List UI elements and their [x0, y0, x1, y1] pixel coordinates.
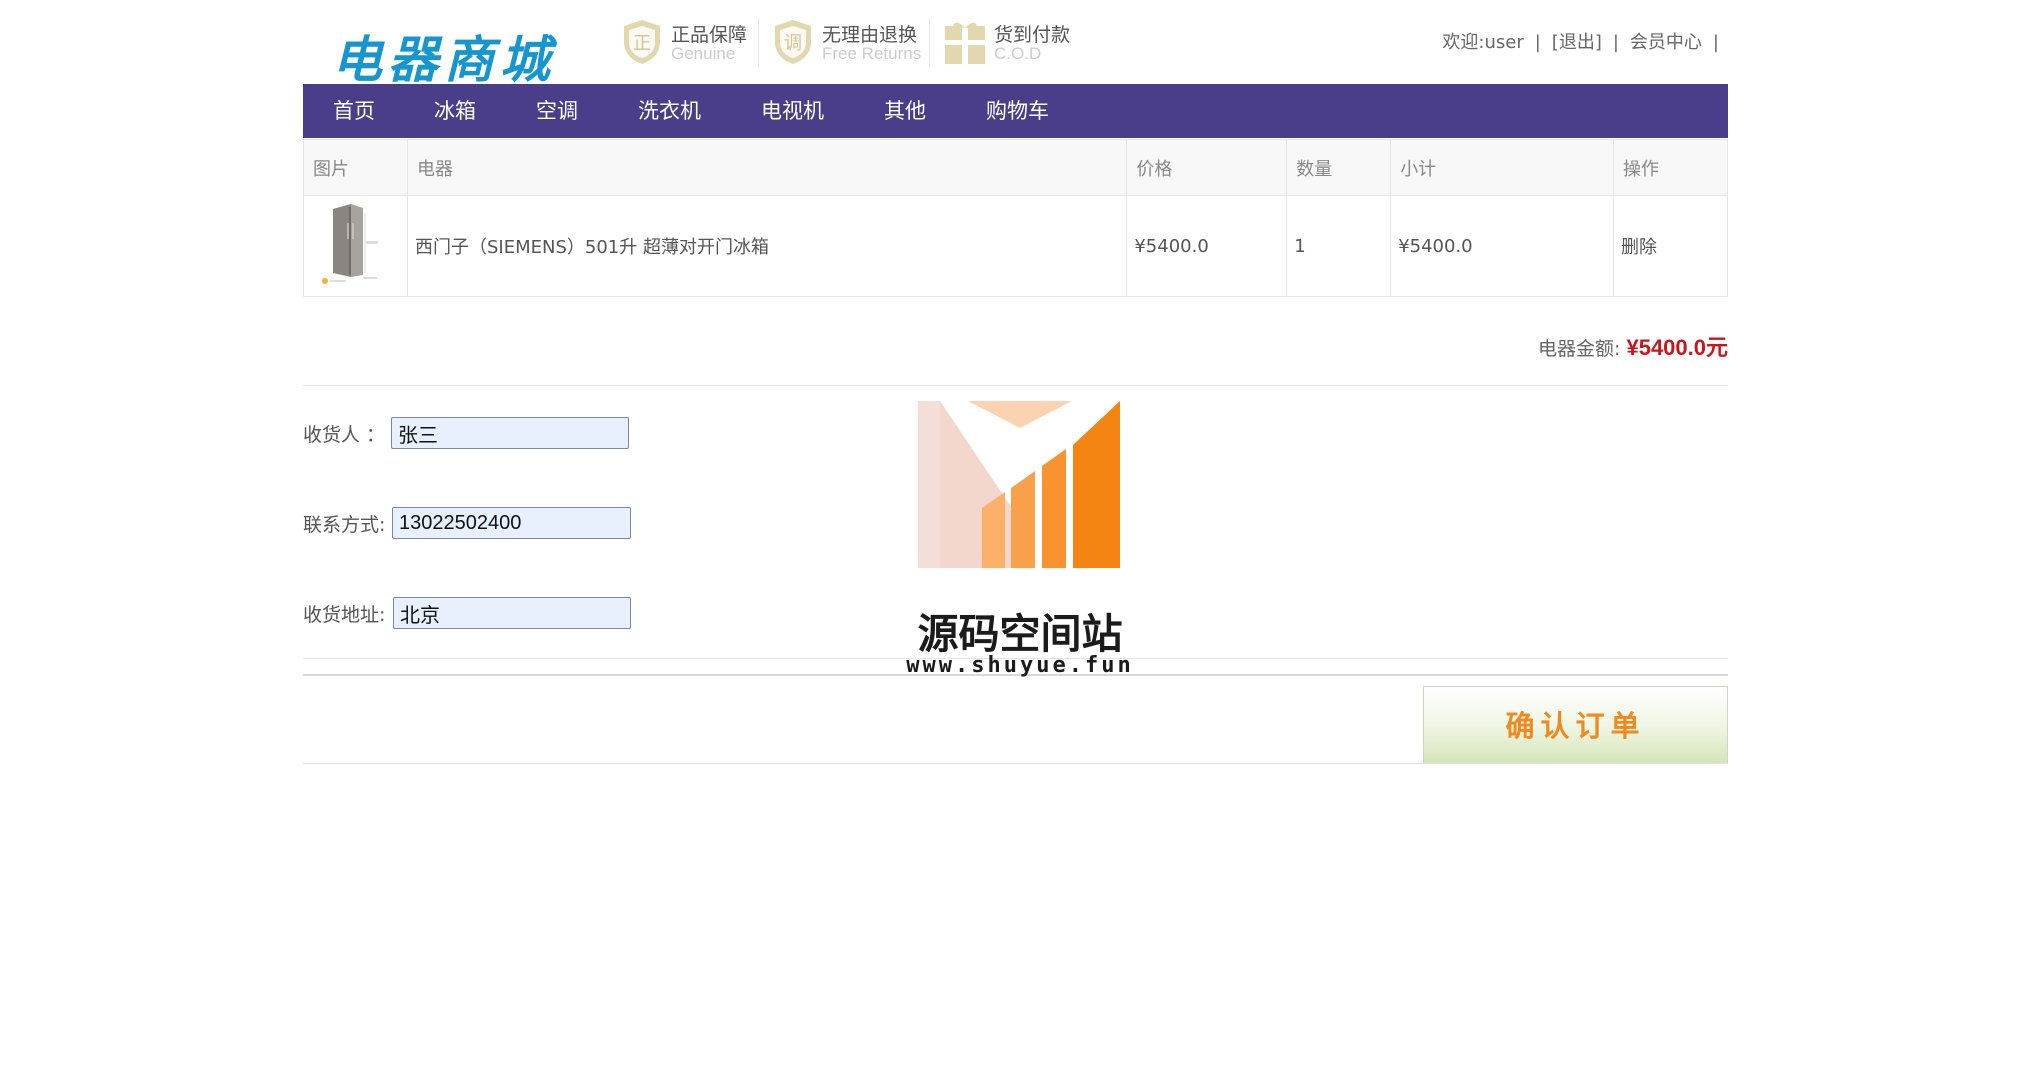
product-name: 西门子（SIEMENS）501升 超薄对开门冰箱 — [406, 195, 1128, 297]
main-nav: 首页 冰箱 空调 洗衣机 电视机 其他 购物车 — [303, 84, 1728, 138]
member-center-link[interactable]: 会员中心 — [1630, 32, 1702, 53]
product-subtotal: ¥5400.0 — [1390, 195, 1615, 297]
order-total: 电器金额: ¥5400.0元 — [1538, 330, 1728, 362]
watermark-title: 源码空间站 — [917, 610, 1123, 658]
nav-item-washer[interactable]: 洗衣机 — [638, 84, 701, 138]
fridge-image[interactable] — [319, 203, 381, 285]
badge-subtitle: Genuine — [671, 44, 736, 63]
nav-item-other[interactable]: 其他 — [884, 84, 926, 138]
badge-title: 无理由退换 — [822, 24, 918, 46]
returns-shield-icon: 调 — [775, 20, 811, 64]
product-image-cell — [303, 195, 408, 297]
divider: | — [1612, 32, 1619, 53]
total-value: ¥5400.0元 — [1626, 335, 1728, 360]
divider — [303, 385, 1728, 386]
welcome-text: 欢迎:user — [1442, 32, 1524, 53]
column-header-subtotal: 小计 — [1390, 139, 1615, 196]
divider: | — [1712, 32, 1719, 53]
watermark-logo-icon — [918, 401, 1120, 568]
user-bar: 欢迎:user | [退出] | 会员中心 | — [1440, 28, 1728, 54]
logout-link[interactable]: [退出] — [1552, 32, 1602, 53]
phone-label: 联系方式: — [303, 514, 386, 536]
column-header-qty: 数量 — [1286, 139, 1392, 196]
badge-title: 货到付款 — [994, 24, 1071, 46]
nav-item-home[interactable]: 首页 — [333, 84, 375, 138]
nav-item-cart[interactable]: 购物车 — [986, 84, 1049, 138]
nav-item-tv[interactable]: 电视机 — [761, 84, 824, 138]
badge-title: 正品保障 — [671, 24, 748, 46]
nav-item-aircon[interactable]: 空调 — [536, 84, 578, 138]
svg-text:正: 正 — [633, 33, 651, 54]
table-header-row: 图片 电器 价格 数量 小计 操作 — [303, 139, 1728, 196]
receiver-input[interactable] — [391, 417, 629, 449]
divider: | — [1534, 32, 1541, 53]
badge-subtitle: Free Returns — [822, 44, 922, 63]
column-header-price: 价格 — [1126, 139, 1288, 196]
divider — [303, 763, 1728, 764]
confirm-order-button[interactable]: 确认订单 — [1423, 686, 1728, 764]
watermark: 源码空间站 www.shuyue.fun — [880, 395, 1160, 695]
receiver-label: 收货人 ： — [303, 424, 386, 446]
phone-input[interactable] — [392, 507, 631, 539]
delete-link[interactable]: 删除 — [1613, 195, 1728, 297]
column-header-action: 操作 — [1613, 139, 1728, 196]
genuine-shield-icon: 正 — [624, 20, 660, 64]
column-header-image: 图片 — [303, 139, 408, 196]
column-header-product: 电器 — [406, 139, 1128, 196]
nav-item-fridge[interactable]: 冰箱 — [434, 84, 476, 138]
cod-gift-icon — [945, 22, 985, 64]
watermark-url: www.shuyue.fun — [906, 653, 1134, 678]
badge-divider — [758, 18, 759, 66]
total-label: 电器金额: — [1538, 338, 1621, 360]
product-qty: 1 — [1286, 195, 1392, 297]
table-row: 西门子（SIEMENS）501升 超薄对开门冰箱 ¥5400.0 1 ¥5400… — [303, 195, 1728, 297]
cart-table: 图片 电器 价格 数量 小计 操作 西门子（SIEMENS）501升 超薄对开门… — [303, 139, 1728, 297]
svg-text:调: 调 — [784, 33, 802, 54]
badge-subtitle: C.O.D — [994, 44, 1042, 63]
product-price: ¥5400.0 — [1126, 195, 1288, 297]
address-label: 收货地址: — [303, 604, 386, 626]
address-input[interactable] — [393, 597, 631, 629]
site-logo[interactable]: 电器商城 — [332, 20, 556, 92]
badge-divider — [929, 18, 930, 66]
